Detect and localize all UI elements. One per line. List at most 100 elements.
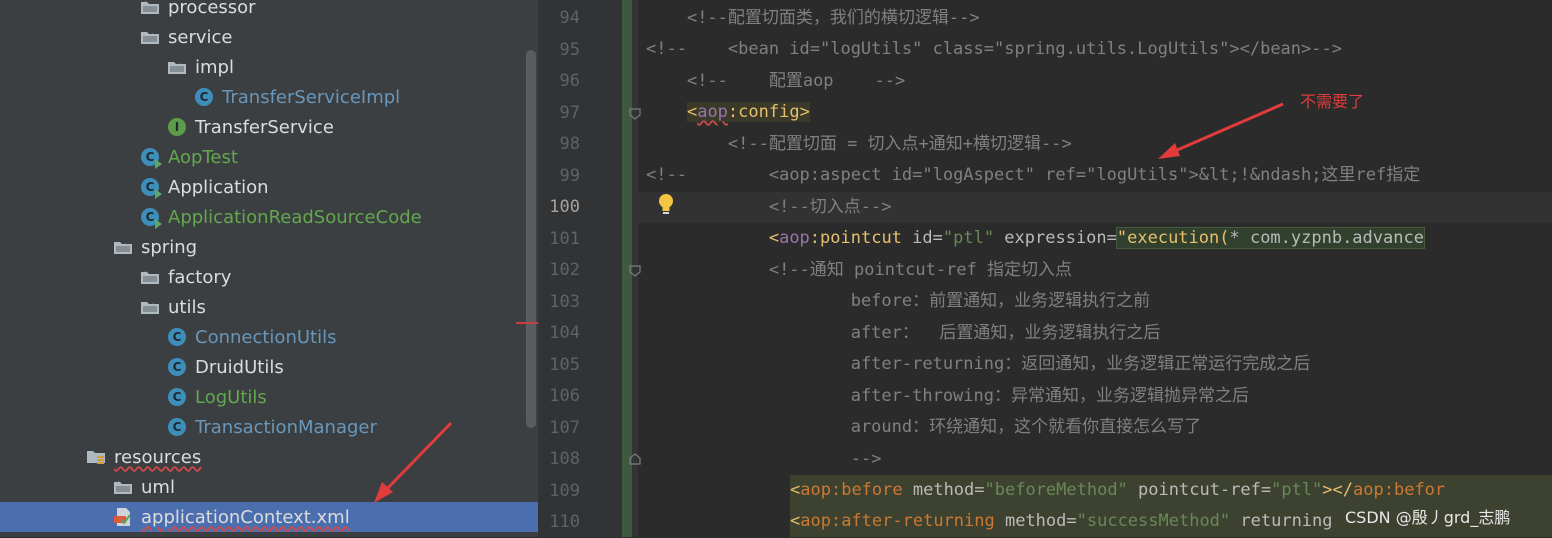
code-line-104[interactable]: after： 后置通知，业务逻辑执行之后 [646, 318, 1552, 349]
tree-item-label: spring [141, 236, 198, 258]
tree-item[interactable]: C TransactionManager [0, 412, 538, 442]
fold-marker-icon[interactable] [629, 453, 641, 465]
class-icon: C [167, 387, 187, 407]
tag-bracket: < [686, 102, 698, 122]
class-icon: C [194, 87, 214, 107]
code-line-105[interactable]: after-returning：返回通知，业务逻辑正常运行完成之后 [646, 349, 1552, 380]
tag-name: :after-returning [830, 511, 995, 531]
tree-item-label: resources [114, 446, 202, 468]
tree-item-label: service [168, 26, 233, 48]
code-line-107[interactable]: around：环绕通知，这个就看你直接怎么写了 [646, 412, 1552, 443]
tree-item[interactable]: resources [0, 442, 538, 472]
tree-item[interactable]: C Application [0, 172, 538, 202]
fold-marker-icon[interactable] [629, 265, 641, 277]
attribute-value: * com.yzpnb.advance [1229, 228, 1424, 248]
attribute-value: "execution( [1116, 228, 1230, 248]
resources-folder-icon [86, 447, 106, 467]
folder-icon [140, 297, 160, 317]
tree-item[interactable]: factory [0, 262, 538, 292]
code-line-95[interactable]: <!-- <bean id="logUtils" class="spring.u… [646, 34, 1552, 65]
line-number: 107 [549, 417, 580, 438]
comment-open: <!-- [646, 165, 687, 185]
attribute-value: "beforeMethod" [984, 480, 1128, 500]
tree-item-label: impl [195, 56, 234, 78]
tree-item[interactable]: uml [0, 472, 538, 502]
tag-namespace: aop [800, 511, 831, 531]
code-line-94[interactable]: <!--配置切面类，我们的横切逻辑--> [646, 3, 1552, 34]
tree-item-label: ApplicationReadSourceCode [168, 206, 422, 228]
tree-item-label: TransferServiceImpl [222, 86, 401, 108]
tree-item[interactable]: C ConnectionUtils [0, 322, 538, 352]
code-line-109[interactable]: <aop:before method="beforeMethod" pointc… [790, 475, 1552, 506]
tag-name: :config [727, 102, 800, 122]
tree-item[interactable]: service [0, 22, 538, 52]
xml-file-icon [113, 507, 133, 527]
line-number: 110 [549, 512, 580, 532]
tag-namespace: aop [1353, 480, 1384, 500]
tag-name: :before [830, 480, 903, 500]
lightbulb-icon[interactable] [655, 192, 677, 218]
tree-scrollbar[interactable] [526, 50, 536, 428]
tree-item-label: applicationContext.xml [141, 506, 350, 528]
tag-bracket: > [799, 102, 810, 122]
comment: <!-- <bean id="logUtils" class="spring.u… [646, 39, 1342, 59]
code-line-108[interactable]: --> [646, 444, 1552, 475]
tree-item[interactable]: utils [0, 292, 538, 322]
tree-item-label: processor [168, 0, 256, 18]
attribute-value: "ptl" [1271, 480, 1323, 500]
code-line-96[interactable]: <!-- 配置aop --> [646, 66, 1552, 97]
project-tree[interactable]: processor service impl C TransferServiceImpl… [0, 0, 538, 537]
tree-item[interactable]: I TransferService [0, 112, 538, 142]
class-icon: C [167, 327, 187, 347]
tree-item-label: utils [168, 296, 206, 318]
comment: <!-- 配置aop --> [686, 71, 906, 91]
tree-item[interactable]: C LogUtils [0, 382, 538, 412]
runnable-class-icon: C [140, 207, 162, 229]
comment: <!--切入点--> [768, 197, 892, 217]
code-line-103[interactable]: before：前置通知，业务逻辑执行之前 [646, 286, 1552, 317]
tree-item-label: uml [141, 476, 175, 498]
code-line-99[interactable]: <!-- <aop:aspect id="logAspect" ref="log… [646, 160, 1552, 191]
comment: after： 后置通知，业务逻辑执行之后 [850, 323, 1161, 343]
code-line-102[interactable]: <!--通知 pointcut-ref 指定切入点 [646, 255, 1552, 286]
tree-item[interactable]: processor [0, 0, 538, 22]
comment: <!--配置切面类，我们的横切逻辑--> [686, 8, 980, 28]
runnable-class-icon: C [140, 147, 162, 169]
code-line-101[interactable]: <aop:pointcut id="ptl" expression="execu… [646, 223, 1552, 254]
tree-item[interactable]: applicationContext.xml [0, 502, 538, 532]
folder-icon [140, 267, 160, 287]
line-number: 105 [549, 354, 580, 375]
line-number: 104 [549, 323, 580, 343]
line-number: 108 [549, 449, 580, 469]
comment: <!--通知 pointcut-ref 指定切入点 [768, 260, 1073, 280]
tree-item[interactable]: C AopTest [0, 142, 538, 172]
tree-item[interactable]: C ApplicationReadSourceCode [0, 202, 538, 232]
attribute-name: expression= [994, 228, 1117, 248]
tree-item-label: DruidUtils [195, 356, 284, 378]
tag-namespace: aop [800, 480, 831, 500]
code-line-106[interactable]: after-throwing：异常通知，业务逻辑抛异常之后 [646, 381, 1552, 412]
code-line-100[interactable]: <!--切入点--> [646, 192, 1552, 223]
line-number: 106 [549, 386, 580, 406]
tree-item[interactable]: C DruidUtils [0, 352, 538, 382]
attribute-name: returning [1230, 511, 1333, 531]
tree-item-label: TransferService [195, 116, 334, 138]
comment: --> [850, 449, 882, 469]
fold-marker-icon[interactable] [629, 108, 641, 120]
tree-item-label: ConnectionUtils [195, 326, 337, 348]
folder-icon [140, 0, 160, 17]
comment: around：环绕通知，这个就看你直接怎么写了 [850, 417, 1202, 437]
line-number: 102 [549, 260, 580, 280]
attribute-name: id= [901, 228, 943, 248]
tree-item[interactable]: spring [0, 232, 538, 262]
watermark: CSDN @殷丿grd_志鹏 [1345, 508, 1511, 527]
attribute-name: method= [994, 511, 1077, 531]
tree-item[interactable]: impl [0, 52, 538, 82]
code-line-97[interactable]: <aop:config> [646, 97, 1552, 128]
line-number: 98 [559, 134, 580, 154]
tree-item[interactable]: C TransferServiceImpl [0, 82, 538, 112]
tag-bracket: < [768, 228, 780, 248]
line-number: 103 [549, 291, 580, 312]
line-number: 97 [559, 102, 580, 123]
code-line-98[interactable]: <!--配置切面 = 切入点+通知+横切逻辑--> [646, 129, 1552, 160]
